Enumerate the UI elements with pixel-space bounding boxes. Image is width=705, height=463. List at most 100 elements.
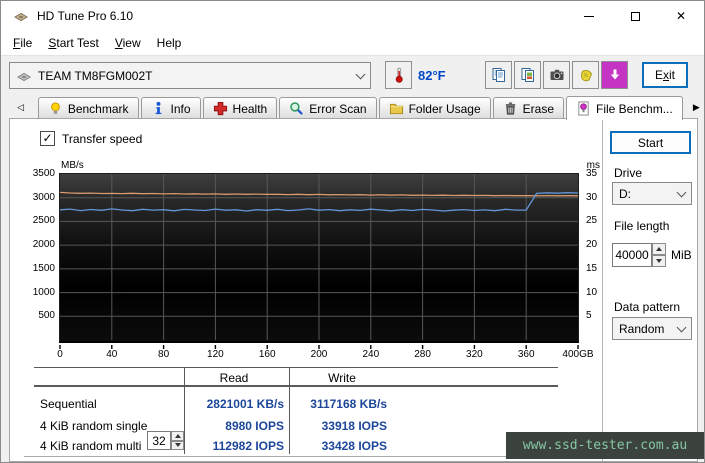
drive-label: Drive: [614, 166, 642, 180]
start-button[interactable]: Start: [610, 131, 691, 154]
data-pattern-label: Data pattern: [614, 300, 680, 314]
donate-hand-icon: [578, 67, 594, 83]
maximize-button[interactable]: [612, 1, 658, 31]
close-icon: ✕: [676, 10, 686, 22]
write-column-header: Write: [328, 371, 356, 385]
y-axis-unit-left: MB/s: [61, 160, 84, 171]
random-single-write-value: 33918 IOPS: [277, 419, 387, 433]
drive-selector-combobox[interactable]: TEAM TM8FGM002T: [9, 62, 371, 89]
axis-tick-label: 10: [586, 287, 597, 298]
axis-tick-label: 2500: [33, 215, 55, 226]
drive-select-value: D:: [619, 187, 631, 201]
stepper-down-button[interactable]: [652, 255, 666, 267]
axis-tick-label: 15: [586, 263, 597, 274]
menu-item-view[interactable]: View: [107, 33, 149, 53]
title-bar: HD Tune Pro 6.10 ✕: [1, 1, 704, 31]
random-multi-read-value: 112982 IOPS: [174, 439, 284, 453]
tab-scroll-right-button[interactable]: ▶: [689, 99, 704, 115]
arrow-down-icon: [656, 259, 662, 263]
tab-label: Health: [233, 102, 268, 116]
tab-scroll-left-button[interactable]: ◁: [13, 99, 28, 115]
folder-icon: [389, 101, 404, 116]
transfer-speed-option: ✓ Transfer speed: [40, 131, 142, 146]
transfer-speed-checkbox[interactable]: ✓: [40, 131, 55, 146]
axis-tick-label: 1000: [33, 287, 55, 298]
axis-tick-label: 120: [207, 349, 224, 360]
chart-plot: [60, 174, 578, 340]
arrow-up-icon: [175, 434, 181, 438]
axis-tick-label: 3500: [33, 168, 55, 179]
axis-tick-label: 40: [106, 349, 117, 360]
screenshot-button[interactable]: [543, 61, 570, 89]
window-controls: ✕: [566, 1, 704, 31]
axis-tick-label: 240: [362, 349, 379, 360]
tab-health[interactable]: Health: [203, 97, 278, 119]
chevron-down-icon: [677, 187, 687, 197]
menu-item-start-test[interactable]: Start Test: [40, 33, 106, 53]
tab-label: Folder Usage: [409, 102, 481, 116]
axis-tick-label: 1500: [33, 263, 55, 274]
data-pattern-select[interactable]: Random: [612, 317, 692, 340]
axis-tick-label: 35: [586, 168, 597, 179]
axis-tick-label: 2000: [33, 239, 55, 250]
tab-error-scan[interactable]: Error Scan: [279, 97, 376, 119]
chevron-down-icon: [356, 69, 366, 79]
watermark: www.ssd-tester.com.au: [506, 432, 704, 459]
file-length-input[interactable]: 40000: [612, 243, 652, 267]
copy-image-button[interactable]: [514, 61, 541, 89]
health-cross-icon: [213, 101, 228, 116]
temperature-value: 82°F: [418, 68, 446, 83]
drive-select[interactable]: D:: [612, 182, 692, 205]
trash-icon: [503, 101, 518, 116]
y-axis-labels-right: 3530252015105: [584, 173, 608, 340]
close-button[interactable]: ✕: [658, 1, 704, 31]
download-arrow-icon: [607, 67, 623, 83]
axis-tick-label: 500: [38, 310, 55, 321]
tab-benchmark[interactable]: Benchmark: [38, 97, 139, 119]
transfer-speed-label: Transfer speed: [62, 132, 142, 146]
selected-device-label: TEAM TM8FGM002T: [38, 69, 357, 83]
copy-text-button[interactable]: [485, 61, 512, 89]
menu-item-help[interactable]: Help: [149, 33, 190, 53]
minimize-button[interactable]: [566, 1, 612, 31]
table-top-rule: [34, 367, 558, 368]
sequential-write-value: 3117168 KB/s: [277, 397, 387, 411]
copy-image-icon: [520, 67, 536, 83]
random-single-read-value: 8980 IOPS: [174, 419, 284, 433]
hd-tune-window: HD Tune Pro 6.10 ✕ File Start Test View …: [0, 0, 705, 463]
temperature-button[interactable]: [385, 61, 412, 89]
row-label-sequential: Sequential: [40, 397, 97, 411]
axis-tick-label: 0: [57, 349, 63, 360]
menu-item-file[interactable]: File: [5, 33, 40, 53]
file-length-label: File length: [614, 219, 669, 233]
tab-erase[interactable]: Erase: [493, 97, 564, 119]
tab-label: Info: [171, 102, 191, 116]
stepper-up-button[interactable]: [652, 243, 666, 255]
axis-tick-label: 5: [586, 310, 592, 321]
file-bulb-icon: [576, 101, 591, 116]
y-axis-labels-left: 350030002500200015001000500: [22, 173, 55, 340]
row-label-random-single: 4 KiB random single: [40, 419, 147, 433]
axis-tick-label: 20: [586, 239, 597, 250]
axis-tick-label: 400GB: [562, 349, 593, 360]
chevron-down-icon: [677, 322, 687, 332]
tab-label: File Benchm...: [596, 102, 673, 116]
tab-label: Benchmark: [68, 102, 129, 116]
axis-tick-label: 30: [586, 192, 597, 203]
download-button[interactable]: [601, 61, 628, 89]
axis-tick-label: 200: [311, 349, 328, 360]
exit-button[interactable]: Exit: [642, 62, 688, 88]
tab-file-benchmark[interactable]: File Benchm...: [566, 96, 683, 120]
tab-info[interactable]: Info: [141, 97, 201, 119]
benchmark-chart: [59, 173, 579, 343]
tab-bar: ◁ Benchmark Info Health Error Scan Folde…: [1, 95, 704, 119]
tab-label: Error Scan: [309, 102, 366, 116]
queue-depth-input[interactable]: 32: [147, 431, 171, 450]
tab-folder-usage[interactable]: Folder Usage: [379, 97, 491, 119]
axis-tick-label: 280: [414, 349, 431, 360]
toolbar: TEAM TM8FGM002T 82°F Exit: [1, 57, 704, 95]
thermometer-icon: [391, 67, 407, 83]
donate-button[interactable]: [572, 61, 599, 89]
camera-icon: [549, 67, 565, 83]
row-label-random-multi: 4 KiB random multi: [40, 439, 141, 453]
